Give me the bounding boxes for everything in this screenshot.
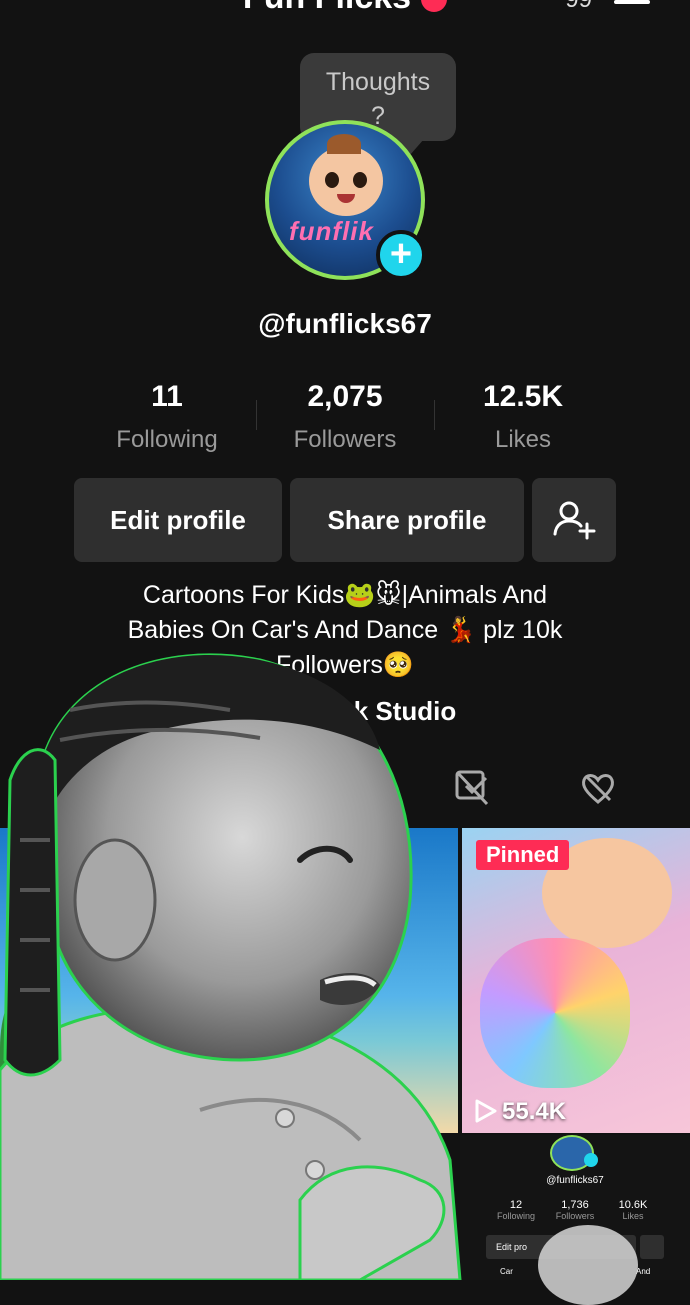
avatar-brand-text: funflik	[289, 216, 374, 246]
stat-followers[interactable]: 2,075 Followers	[265, 380, 425, 454]
username: @funflicks67	[258, 308, 432, 339]
edit-profile-label: Edit profile	[110, 504, 246, 535]
mini-stat-likes: 10.6K Likes	[610, 1199, 656, 1221]
stat-followers-label: Followers	[293, 426, 397, 453]
live-dot-icon	[421, 0, 448, 13]
mini-stat-value: 12	[509, 1199, 523, 1211]
bubble-line1: Thoughts	[325, 68, 431, 96]
mini-stat-label: Followers	[555, 1211, 595, 1221]
avatar-eye-right	[353, 172, 367, 188]
stat-likes[interactable]: 12.5K Likes	[443, 380, 603, 454]
play-icon	[475, 1099, 497, 1123]
mini-bio-start: Car	[500, 1267, 513, 1276]
share-profile-label: Share profile	[327, 504, 487, 535]
pinned-badge: Pinned	[476, 840, 570, 870]
stat-likes-value: 12.5K	[482, 380, 564, 413]
mini-username: @funflicks67	[546, 1175, 604, 1186]
edit-profile-button[interactable]: Edit profile	[74, 478, 282, 562]
badge-count: 99	[565, 0, 592, 13]
share-profile-button[interactable]: Share profile	[290, 478, 524, 562]
avatar-hair	[327, 134, 361, 154]
bio-line-1: Cartoons For Kids🐸🐭|Animals And	[142, 581, 548, 609]
video-thumbnail[interactable]: 55.4K	[462, 828, 690, 1133]
mini-plus-icon	[584, 1153, 598, 1167]
stat-divider	[256, 400, 257, 430]
avatar-eye-left	[325, 172, 339, 188]
header-title: Fun Flicks	[243, 0, 411, 16]
stat-following[interactable]: 11 Following	[87, 380, 247, 454]
stat-following-value: 11	[151, 380, 183, 413]
add-avatar-button[interactable]: +	[376, 230, 426, 280]
liked-videos-icon[interactable]	[578, 768, 618, 808]
mini-edit-label: Edit pro	[496, 1242, 528, 1252]
video-views: 55.4K	[502, 1098, 567, 1125]
stat-divider	[434, 400, 435, 430]
video-thumbnail-profile[interactable]: @funflicks67 12 Following 1,736 Follower…	[460, 1135, 690, 1305]
menu-icon[interactable]	[614, 0, 650, 4]
mini-stat-followers: 1,736 Followers	[552, 1199, 598, 1221]
add-friend-icon	[553, 501, 596, 540]
avatar-baby-face	[309, 146, 383, 216]
laughing-baby-sticker	[0, 653, 462, 1280]
stat-likes-label: Likes	[494, 426, 552, 453]
rainbow-cat	[480, 938, 630, 1088]
mini-stat-label: Likes	[622, 1211, 644, 1221]
avatar-mouth	[337, 194, 355, 203]
mini-add-friend-icon	[640, 1235, 664, 1259]
mini-bio-end: And	[636, 1267, 651, 1276]
mini-stat-label: Following	[496, 1211, 536, 1221]
mini-overlay-face	[538, 1225, 638, 1305]
mini-stat-value: 1,736	[561, 1199, 589, 1211]
mini-stat-following: 12 Following	[496, 1199, 536, 1221]
stat-following-label: Following	[116, 426, 218, 453]
notification-badge[interactable]: 99	[565, 0, 592, 14]
stat-followers-value: 2,075	[307, 380, 383, 413]
add-friend-button[interactable]	[532, 478, 616, 562]
mini-stat-value: 10.6K	[618, 1199, 648, 1211]
